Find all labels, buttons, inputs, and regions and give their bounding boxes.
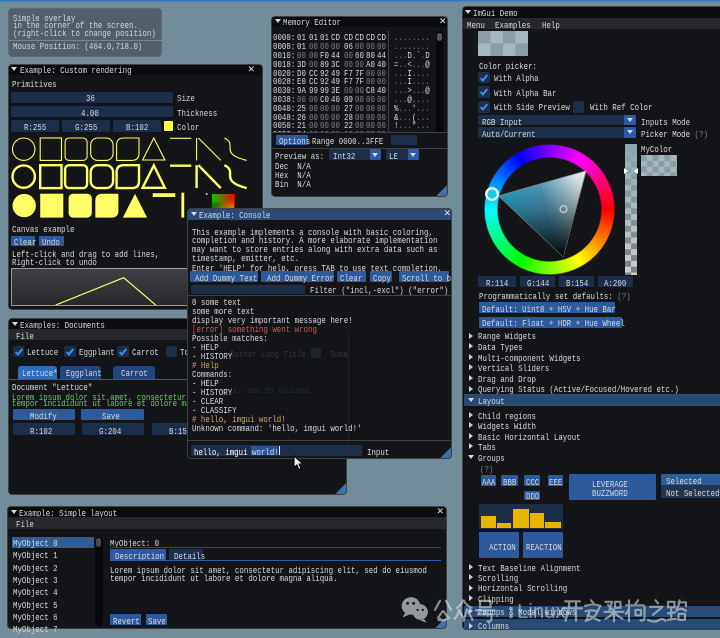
svg-text:Linux: Linux <box>517 601 566 623</box>
